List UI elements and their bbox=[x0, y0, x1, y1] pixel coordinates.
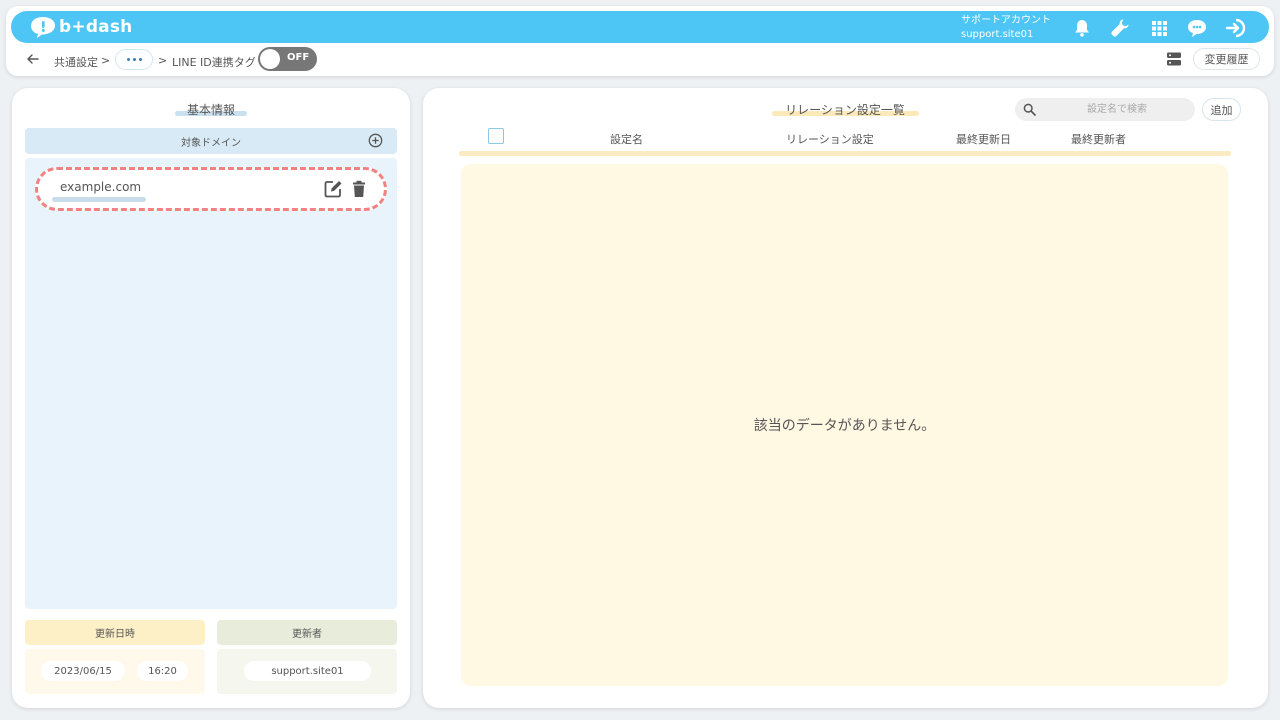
bell-icon[interactable] bbox=[1071, 17, 1093, 39]
updated-at-label: 更新日時 bbox=[95, 629, 135, 640]
toggle-label: OFF bbox=[287, 52, 310, 63]
breadcrumb-separator: > bbox=[158, 54, 168, 67]
breadcrumb: 共通設定 > > LINE ID連携タグ OFF 変更履歴 bbox=[6, 46, 1274, 74]
account-label: サポートアカウント bbox=[961, 15, 1051, 26]
breadcrumb-separator: > bbox=[101, 54, 111, 67]
account-info: サポートアカウント support.site01 bbox=[961, 14, 1051, 42]
updated-by-user: support.site01 bbox=[244, 661, 371, 681]
column-setting-name[interactable]: 設定名 bbox=[610, 131, 643, 147]
target-domain-header: 対象ドメイン bbox=[25, 128, 397, 154]
header-card: b+dash サポートアカウント support.site01 共通設定 > >… bbox=[6, 6, 1274, 76]
account-name: support.site01 bbox=[961, 29, 1034, 40]
updated-date: 2023/06/15 bbox=[41, 661, 125, 681]
domain-item[interactable]: example.com bbox=[35, 167, 387, 211]
trash-icon[interactable] bbox=[351, 180, 367, 198]
select-all-checkbox[interactable] bbox=[488, 128, 504, 144]
logo-text: b+dash bbox=[59, 17, 133, 37]
change-history-button[interactable]: 変更履歴 bbox=[1193, 48, 1260, 70]
logo[interactable]: b+dash bbox=[29, 14, 132, 40]
search-input[interactable] bbox=[1043, 100, 1191, 119]
grid-icon[interactable] bbox=[1148, 17, 1170, 39]
logout-icon[interactable] bbox=[1225, 17, 1247, 39]
empty-message: 該当のデータがありません。 bbox=[753, 418, 936, 434]
table-header: 設定名 リレーション設定 最終更新日 最終更新者 bbox=[459, 126, 1231, 150]
add-circle-icon[interactable] bbox=[368, 133, 383, 148]
ellipsis-dot-icon bbox=[132, 58, 136, 61]
table-body: 該当のデータがありません。 bbox=[461, 164, 1228, 686]
updated-at-header: 更新日時 bbox=[25, 620, 205, 645]
column-last-updated-by[interactable]: 最終更新者 bbox=[1071, 131, 1126, 147]
domain-name: example.com bbox=[60, 180, 142, 194]
line-id-toggle[interactable]: OFF bbox=[258, 47, 317, 71]
search-icon bbox=[1023, 103, 1036, 116]
toggle-knob bbox=[260, 49, 280, 69]
breadcrumb-root[interactable]: 共通設定 bbox=[54, 54, 98, 70]
edit-icon[interactable] bbox=[323, 179, 343, 199]
relation-settings-panel: リレーション設定一覧 追加 設定名 リレーション設定 最終更新日 最終更新者 該… bbox=[423, 88, 1268, 708]
add-button[interactable]: 追加 bbox=[1202, 98, 1241, 121]
domain-list: example.com bbox=[25, 158, 397, 609]
ellipsis-dot-icon bbox=[126, 58, 130, 61]
basic-info-panel: 基本情報 対象ドメイン example.com 更新日時 2023/06/15 … bbox=[12, 88, 410, 708]
chat-icon[interactable] bbox=[1186, 17, 1208, 39]
updated-at-body: 2023/06/15 16:20 bbox=[25, 649, 205, 694]
target-domain-label: 対象ドメイン bbox=[181, 137, 241, 149]
updated-time: 16:20 bbox=[137, 661, 188, 681]
domain-underline bbox=[52, 197, 146, 202]
breadcrumb-ellipsis-button[interactable] bbox=[115, 49, 153, 70]
logo-bubble-icon bbox=[31, 17, 55, 38]
search-box[interactable] bbox=[1015, 98, 1195, 121]
table-header-divider bbox=[459, 151, 1231, 156]
top-bar: b+dash サポートアカウント support.site01 bbox=[11, 11, 1269, 43]
basic-info-title: 基本情報 bbox=[186, 103, 235, 117]
updated-by-body: support.site01 bbox=[217, 649, 397, 694]
updated-by-label: 更新者 bbox=[292, 629, 322, 640]
relation-list-title: リレーション設定一覧 bbox=[785, 103, 905, 117]
back-arrow-icon[interactable] bbox=[26, 52, 40, 66]
wrench-icon[interactable] bbox=[1109, 17, 1131, 39]
breadcrumb-current: LINE ID連携タグ bbox=[172, 56, 256, 69]
column-relation-setting[interactable]: リレーション設定 bbox=[786, 131, 874, 147]
column-last-updated-date[interactable]: 最終更新日 bbox=[956, 131, 1011, 147]
ellipsis-dot-icon bbox=[138, 58, 142, 61]
updated-by-header: 更新者 bbox=[217, 620, 397, 645]
server-icon[interactable] bbox=[1166, 51, 1182, 67]
